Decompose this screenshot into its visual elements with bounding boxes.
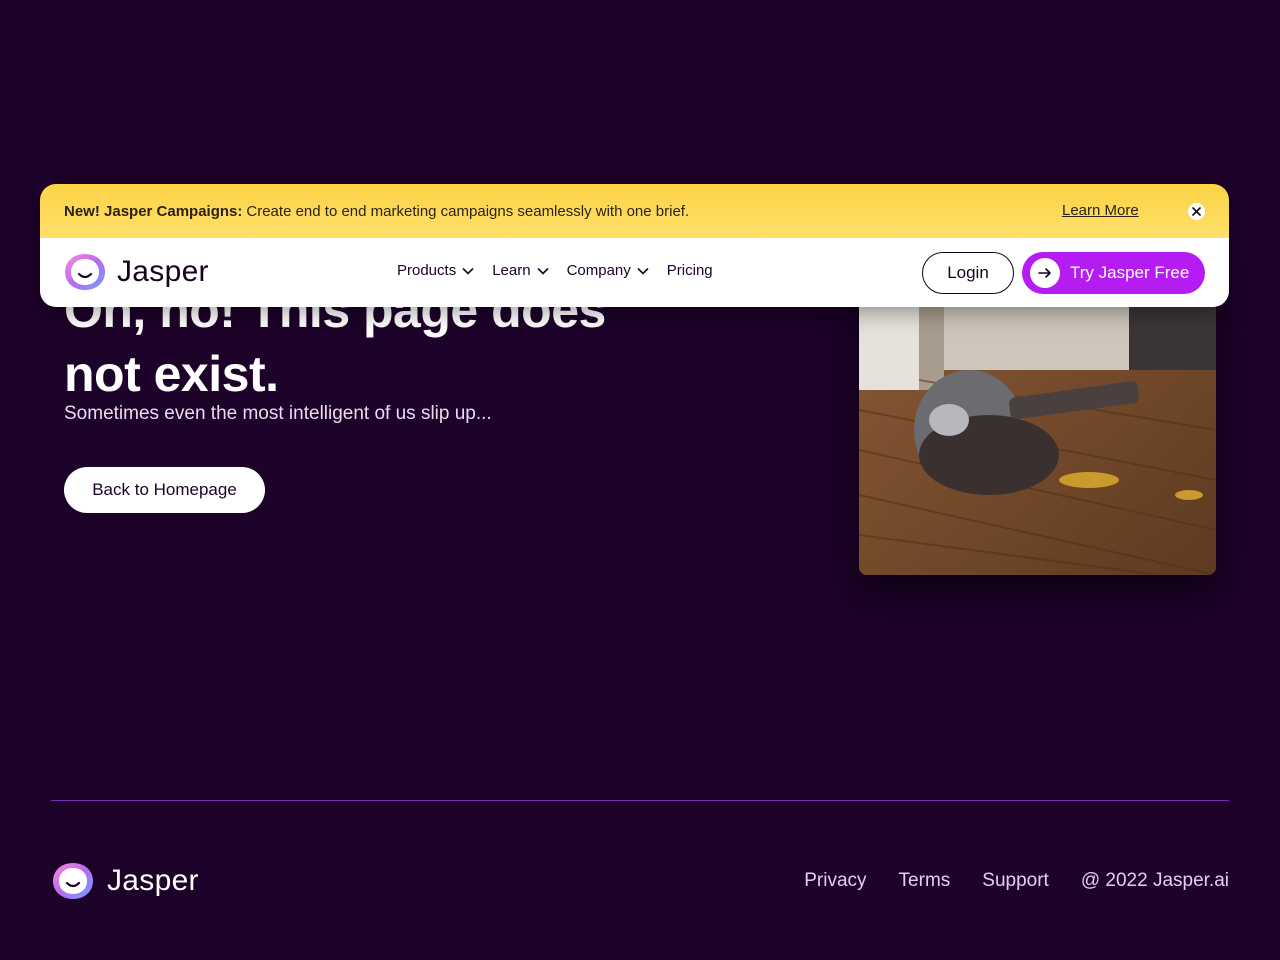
try-jasper-free-label: Try Jasper Free: [1070, 263, 1190, 282]
chevron-down-icon: [462, 267, 474, 275]
footer-brand-logo[interactable]: Jasper: [51, 862, 199, 900]
announcement-text: Create end to end marketing campaigns se…: [246, 202, 690, 220]
nav-item-company[interactable]: Company: [567, 262, 649, 279]
page-subtitle: Sometimes even the most intelligent of u…: [64, 403, 492, 424]
footer-brand-name: Jasper: [107, 864, 199, 897]
arrow-right-icon: [1030, 258, 1060, 288]
learn-more-link[interactable]: Learn More: [1062, 202, 1139, 219]
close-icon[interactable]: [1188, 203, 1205, 220]
jasper-logo-icon: [53, 863, 93, 899]
chevron-down-icon: [537, 267, 549, 275]
chevron-down-icon: [637, 267, 649, 275]
error-gif-image: [859, 280, 1216, 575]
nav-item-products[interactable]: Products: [397, 262, 474, 279]
footer-link-support[interactable]: Support: [982, 870, 1049, 892]
announcement-title: New! Jasper Campaigns:: [64, 202, 243, 220]
nav-item-label: Products: [397, 262, 457, 279]
nav-item-learn[interactable]: Learn: [492, 262, 549, 279]
header: New! Jasper Campaigns: Create end to end…: [40, 184, 1229, 307]
main-nav: Products Learn Company Pricing: [397, 262, 731, 279]
nav-item-label: Pricing: [666, 262, 713, 279]
footer-copyright: @ 2022 Jasper.ai: [1080, 870, 1229, 891]
brand-logo[interactable]: Jasper: [64, 253, 209, 291]
back-to-homepage-button[interactable]: Back to Homepage: [64, 467, 265, 513]
jasper-logo-icon: [65, 254, 105, 290]
announcement-bar: New! Jasper Campaigns: Create end to end…: [40, 184, 1229, 238]
brand-name: Jasper: [117, 255, 209, 288]
try-jasper-free-button[interactable]: Try Jasper Free: [1022, 252, 1205, 294]
footer-divider: [51, 800, 1229, 801]
nav-item-label: Company: [566, 262, 631, 279]
navbar: Jasper Products Learn Company Pricing Lo…: [40, 238, 1229, 307]
footer-link-privacy[interactable]: Privacy: [804, 870, 866, 892]
footer-link-terms[interactable]: Terms: [899, 870, 951, 892]
login-button[interactable]: Login: [922, 252, 1014, 294]
nav-item-pricing[interactable]: Pricing: [667, 262, 713, 279]
footer-links: Privacy Terms Support @ 2022 Jasper.ai: [804, 870, 1229, 892]
nav-item-label: Learn: [492, 262, 531, 279]
